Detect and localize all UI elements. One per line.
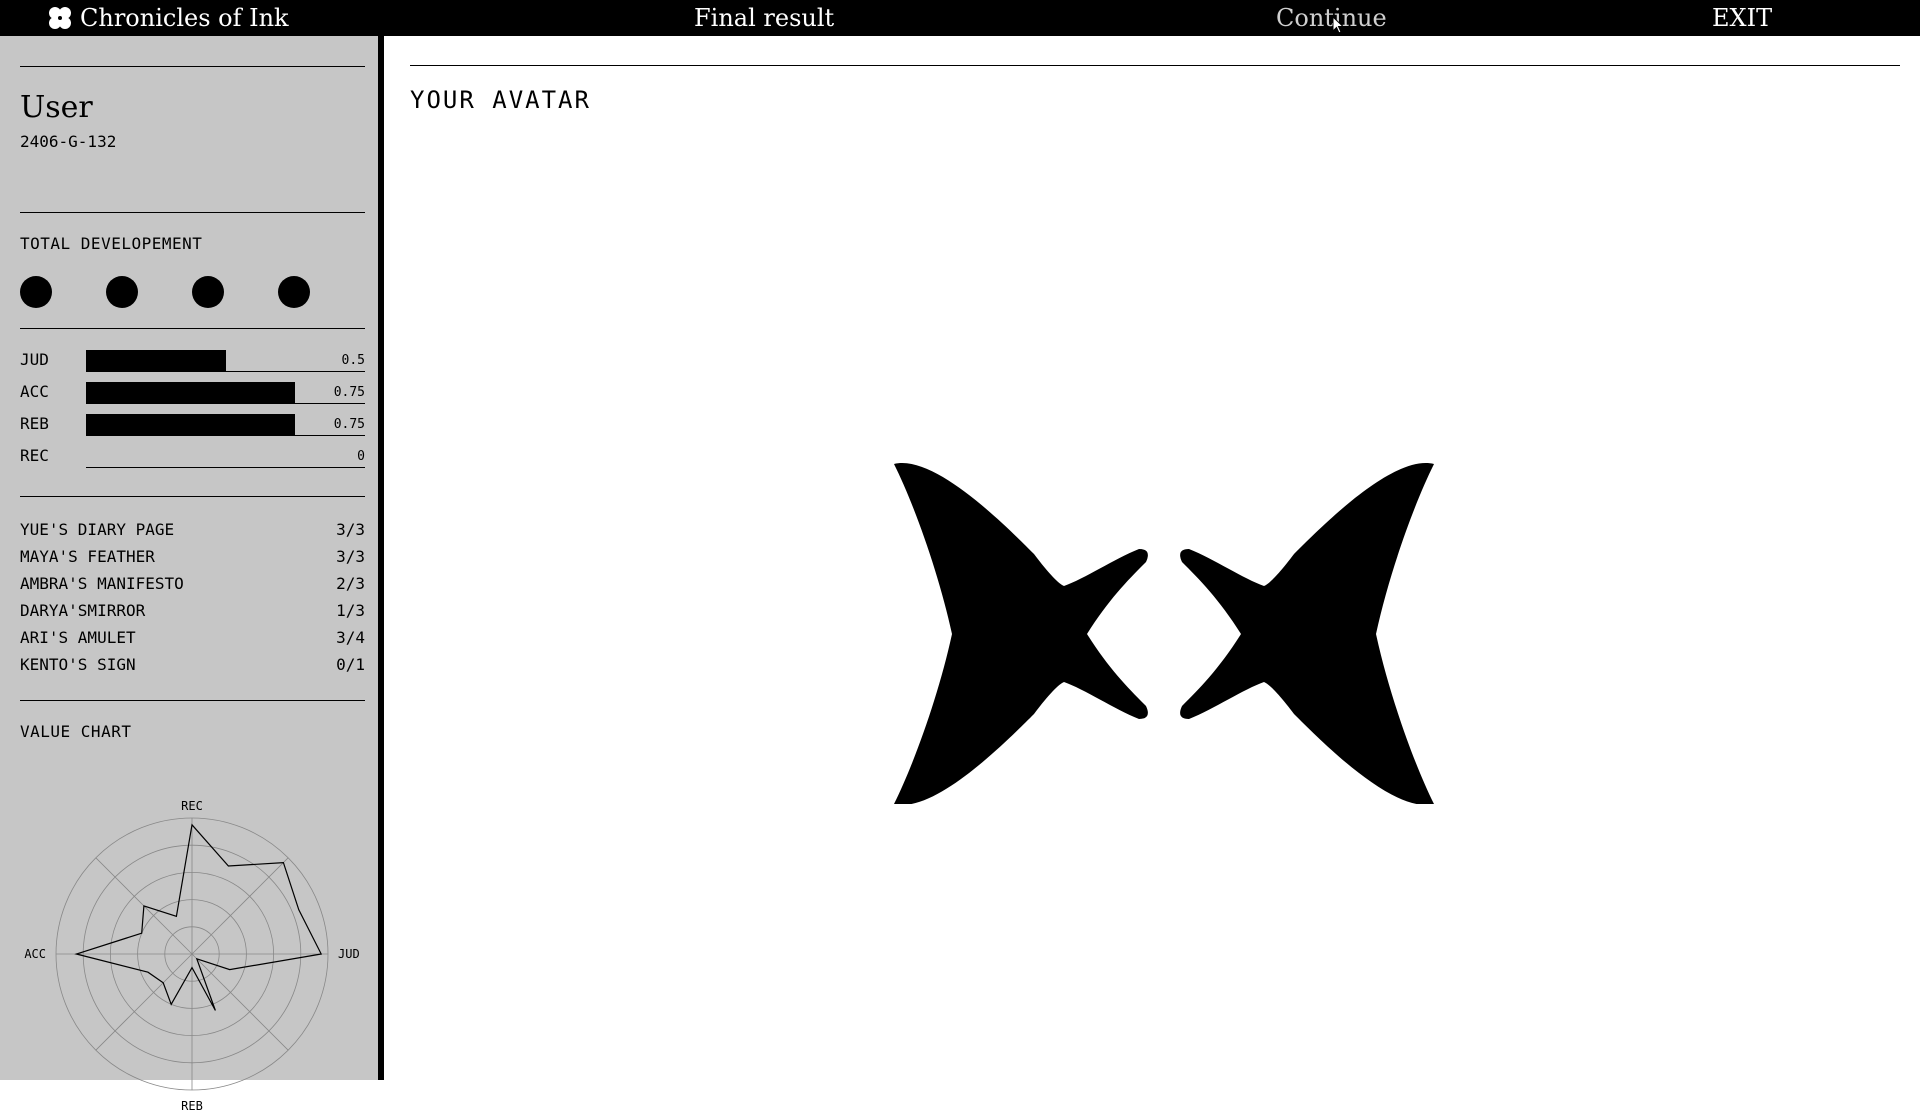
ink-blot-right <box>1180 463 1434 804</box>
item-count: 0/1 <box>336 655 365 674</box>
development-dot <box>192 276 224 308</box>
stat-bar-fill <box>86 414 296 435</box>
final-result-button[interactable]: Final result <box>694 0 834 36</box>
item-count: 1/3 <box>336 601 365 620</box>
development-dot <box>278 276 310 308</box>
stat-label: JUD <box>20 350 49 369</box>
stat-row-reb: REB 0.75 <box>20 414 365 436</box>
radar-axis-label: ACC <box>24 947 46 961</box>
item-name: KENTO'S SIGN <box>20 655 136 674</box>
item-count: 3/3 <box>336 520 365 539</box>
stat-row-rec: REC 0 <box>20 446 365 468</box>
divider <box>20 328 365 329</box>
stat-bar-fill <box>86 350 226 371</box>
radar-axis-label: REB <box>181 1099 203 1113</box>
development-dots <box>20 276 320 310</box>
top-bar: Chronicles of Ink Final result Continue … <box>0 0 1920 36</box>
development-dot <box>106 276 138 308</box>
stat-bar: 0 <box>86 446 365 468</box>
development-title: TOTAL DEVELOPEMENT <box>20 234 203 253</box>
radar-axis-label: REC <box>181 799 203 813</box>
ink-blot-avatar <box>894 463 1434 804</box>
stat-bar: 0.75 <box>86 414 365 436</box>
radar-axis-label: JUD <box>338 947 360 961</box>
stat-value: 0.75 <box>333 417 365 432</box>
value-chart: REC JUD REB ACC <box>24 799 360 1113</box>
divider <box>410 65 1900 66</box>
user-id: 2406-G-132 <box>20 132 117 151</box>
development-dot <box>20 276 52 308</box>
stat-value: 0 <box>357 449 365 464</box>
item-count: 2/3 <box>336 574 365 593</box>
stat-label: REC <box>20 446 49 465</box>
stat-row-acc: ACC 0.75 <box>20 382 365 404</box>
sidebar: User 2406-G-132 TOTAL DEVELOPEMENT JUD 0.… <box>0 36 384 1113</box>
stat-value: 0.75 <box>333 385 365 400</box>
radar-grid-spoke <box>191 857 289 955</box>
stat-bar: 0.75 <box>86 382 365 404</box>
stat-row-jud: JUD 0.5 <box>20 350 365 372</box>
app-title: Chronicles of Ink <box>80 4 289 32</box>
radar-grid-spoke <box>95 953 193 1051</box>
divider <box>20 496 365 497</box>
item-name: MAYA'S FEATHER <box>20 547 155 566</box>
mouse-cursor-icon <box>1332 16 1344 34</box>
item-name: AMBRA'S MANIFESTO <box>20 574 184 593</box>
ink-blot-left <box>894 463 1148 804</box>
stat-bar: 0.5 <box>86 350 365 372</box>
four-petal-flower-icon <box>49 7 71 29</box>
exit-button[interactable]: EXIT <box>1712 0 1772 36</box>
stat-label: REB <box>20 414 49 433</box>
stat-bar-fill <box>86 382 296 403</box>
item-name: YUE'S DIARY PAGE <box>20 520 175 539</box>
stat-label: ACC <box>20 382 49 401</box>
item-count: 3/3 <box>336 547 365 566</box>
item-count: 3/4 <box>336 628 365 647</box>
divider <box>20 66 365 67</box>
app-brand[interactable]: Chronicles of Ink <box>48 0 289 36</box>
radar-series-polygon <box>74 823 323 1011</box>
main-panel: YOUR AVATAR <box>390 36 1920 1080</box>
value-chart-title: VALUE CHART <box>20 722 132 741</box>
item-name: ARI'S AMULET <box>20 628 136 647</box>
divider <box>20 212 365 213</box>
stat-value: 0.5 <box>341 353 365 368</box>
divider <box>20 700 365 701</box>
user-name: User <box>20 90 93 125</box>
page-title: YOUR AVATAR <box>410 86 591 114</box>
item-name: DARYA'SMIRROR <box>20 601 146 620</box>
